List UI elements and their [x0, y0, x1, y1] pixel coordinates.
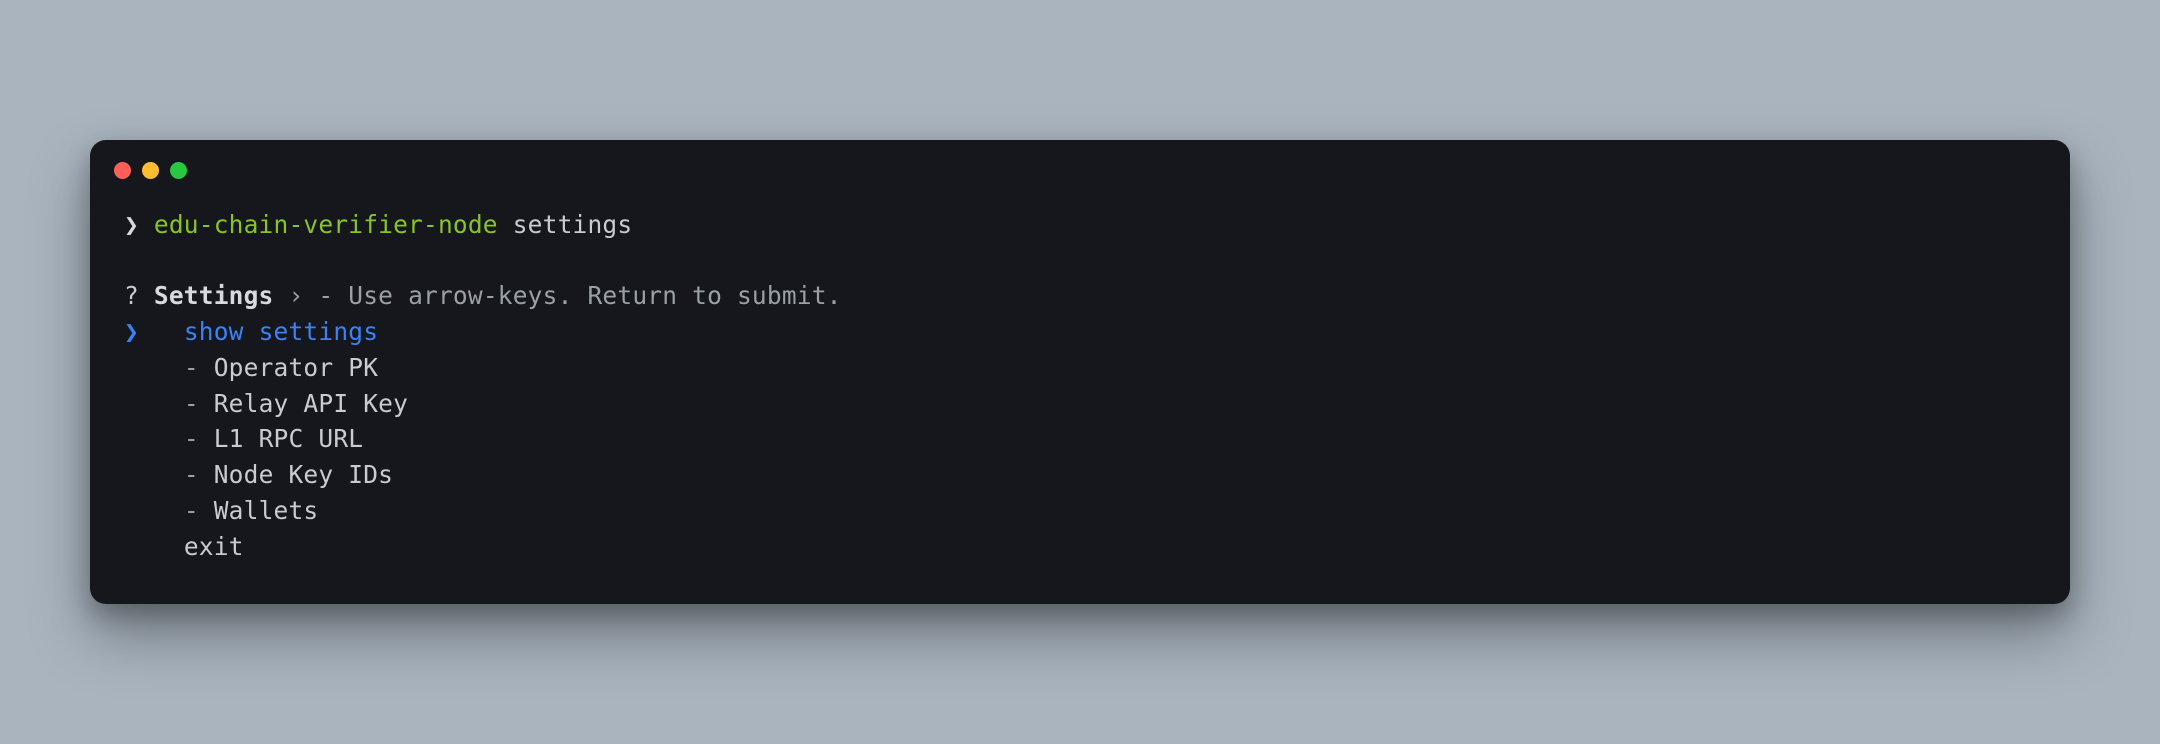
menu-item-selected[interactable]: ❯ show settings [124, 314, 2036, 350]
chevron-right-icon: › [288, 281, 303, 310]
command-argument: settings [513, 210, 633, 239]
menu-item-label: show settings [184, 317, 378, 346]
close-icon[interactable] [114, 162, 131, 179]
question-hint: - Use arrow-keys. Return to submit. [318, 281, 841, 310]
menu-item-prefix: - [184, 389, 214, 418]
menu-item-label: exit [184, 532, 244, 561]
question-label: Settings [154, 281, 274, 310]
prompt-question-line: ? Settings › - Use arrow-keys. Return to… [124, 278, 2036, 314]
window-titlebar [90, 140, 2070, 197]
menu-item-prefix: - [184, 496, 214, 525]
command-binary: edu-chain-verifier-node [154, 210, 498, 239]
menu-item-label: L1 RPC URL [214, 424, 364, 453]
terminal-body[interactable]: ❯ edu-chain-verifier-node settings ? Set… [90, 197, 2070, 565]
menu-item[interactable]: - L1 RPC URL [124, 421, 2036, 457]
minimize-icon[interactable] [142, 162, 159, 179]
selected-chevron-icon: ❯ [124, 317, 139, 346]
menu-item[interactable]: - Operator PK [124, 350, 2036, 386]
question-mark-icon: ? [124, 281, 139, 310]
prompt-chevron-icon: ❯ [124, 210, 139, 239]
menu-item-prefix: - [184, 460, 214, 489]
menu-item-exit[interactable]: exit [124, 529, 2036, 565]
menu-item-label: Node Key IDs [214, 460, 393, 489]
menu-item[interactable]: - Node Key IDs [124, 457, 2036, 493]
menu-item[interactable]: - Wallets [124, 493, 2036, 529]
menu-item-label: Wallets [214, 496, 319, 525]
menu-item[interactable]: - Relay API Key [124, 386, 2036, 422]
menu-item-label: Relay API Key [214, 389, 408, 418]
menu-item-prefix: - [184, 353, 214, 382]
maximize-icon[interactable] [170, 162, 187, 179]
command-line: ❯ edu-chain-verifier-node settings [124, 207, 2036, 243]
menu-item-prefix: - [184, 424, 214, 453]
menu-item-label: Operator PK [214, 353, 378, 382]
terminal-window: ❯ edu-chain-verifier-node settings ? Set… [90, 140, 2070, 605]
